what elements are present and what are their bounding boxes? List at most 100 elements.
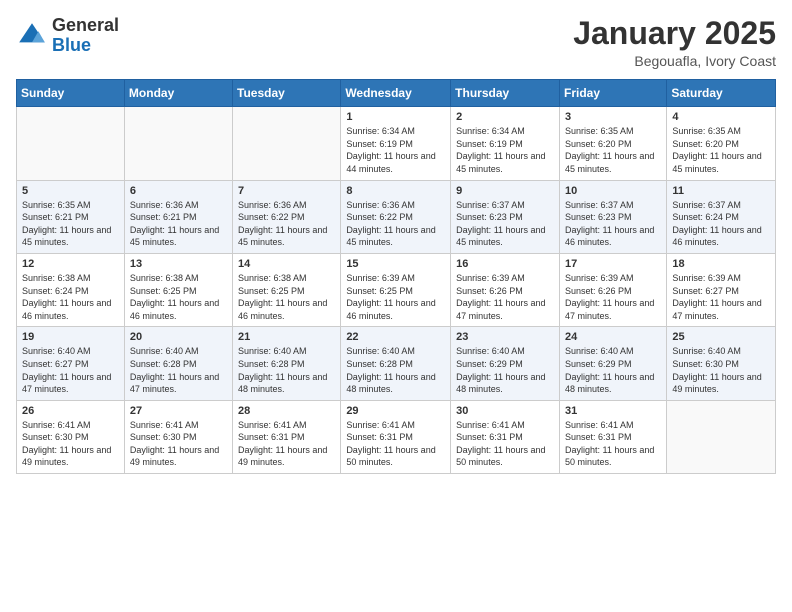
dow-header-monday: Monday bbox=[124, 80, 232, 107]
day-info: Sunrise: 6:36 AM Sunset: 6:22 PM Dayligh… bbox=[238, 199, 335, 249]
day-number: 21 bbox=[238, 331, 335, 343]
day-number: 1 bbox=[346, 111, 445, 123]
calendar-cell: 19 Sunrise: 6:40 AM Sunset: 6:27 PM Dayli… bbox=[17, 327, 125, 400]
day-info: Sunrise: 6:37 AM Sunset: 6:23 PM Dayligh… bbox=[565, 199, 661, 249]
week-row-1: 1Sunrise: 6:34 AM Sunset: 6:19 PM Daylig… bbox=[17, 107, 776, 180]
day-number: 24 bbox=[565, 331, 661, 343]
dow-header-friday: Friday bbox=[559, 80, 666, 107]
day-info: Sunrise: 6:41 AM Sunset: 6:30 PM Dayligh… bbox=[22, 419, 119, 469]
week-row-3: 12 Sunrise: 6:38 AM Sunset: 6:24 PM Dayli… bbox=[17, 253, 776, 326]
day-info: Sunrise: 6:36 AM Sunset: 6:22 PM Dayligh… bbox=[346, 199, 445, 249]
title-block: January 2025 Begouafla, Ivory Coast bbox=[573, 16, 776, 69]
calendar-body: 1Sunrise: 6:34 AM Sunset: 6:19 PM Daylig… bbox=[17, 107, 776, 474]
calendar-cell: 2Sunrise: 6:34 AM Sunset: 6:19 PM Daylig… bbox=[451, 107, 560, 180]
calendar-cell: 14 Sunrise: 6:38 AM Sunset: 6:25 PM Dayli… bbox=[233, 253, 341, 326]
logo-text: General Blue bbox=[52, 16, 119, 56]
calendar-cell: 26Sunrise: 6:41 AM Sunset: 6:30 PM Dayli… bbox=[17, 400, 125, 473]
day-number: 16 bbox=[456, 258, 554, 270]
day-number: 11 bbox=[672, 185, 770, 197]
week-row-4: 19 Sunrise: 6:40 AM Sunset: 6:27 PM Dayli… bbox=[17, 327, 776, 400]
day-info: Sunrise: 6:40 AM Sunset: 6:29 PM Dayligh… bbox=[565, 345, 661, 395]
day-info: Sunrise: 6:40 AM Sunset: 6:27 PM Dayligh… bbox=[22, 345, 119, 395]
day-number: 18 bbox=[672, 258, 770, 270]
day-info: Sunrise: 6:38 AM Sunset: 6:25 PM Dayligh… bbox=[238, 272, 335, 322]
calendar-cell: 22 Sunrise: 6:40 AM Sunset: 6:28 PM Dayli… bbox=[341, 327, 451, 400]
day-number: 28 bbox=[238, 405, 335, 417]
day-number: 27 bbox=[130, 405, 227, 417]
calendar-table: SundayMondayTuesdayWednesdayThursdayFrid… bbox=[16, 79, 776, 474]
day-number: 25 bbox=[672, 331, 770, 343]
day-number: 8 bbox=[346, 185, 445, 197]
logo: General Blue bbox=[16, 16, 119, 56]
day-info: Sunrise: 6:41 AM Sunset: 6:31 PM Dayligh… bbox=[456, 419, 554, 469]
calendar-cell: 7 Sunrise: 6:36 AM Sunset: 6:22 PM Daylig… bbox=[233, 180, 341, 253]
day-number: 7 bbox=[238, 185, 335, 197]
day-info: Sunrise: 6:38 AM Sunset: 6:24 PM Dayligh… bbox=[22, 272, 119, 322]
day-number: 12 bbox=[22, 258, 119, 270]
day-number: 3 bbox=[565, 111, 661, 123]
calendar-cell: 4 Sunrise: 6:35 AM Sunset: 6:20 PM Daylig… bbox=[667, 107, 776, 180]
calendar-cell: 3Sunrise: 6:35 AM Sunset: 6:20 PM Daylig… bbox=[559, 107, 666, 180]
day-number: 13 bbox=[130, 258, 227, 270]
day-info: Sunrise: 6:37 AM Sunset: 6:24 PM Dayligh… bbox=[672, 199, 770, 249]
calendar-cell: 9 Sunrise: 6:37 AM Sunset: 6:23 PM Daylig… bbox=[451, 180, 560, 253]
calendar-cell: 29Sunrise: 6:41 AM Sunset: 6:31 PM Dayli… bbox=[341, 400, 451, 473]
logo-icon bbox=[16, 20, 48, 52]
day-number: 17 bbox=[565, 258, 661, 270]
day-number: 14 bbox=[238, 258, 335, 270]
day-number: 9 bbox=[456, 185, 554, 197]
day-number: 23 bbox=[456, 331, 554, 343]
day-of-week-row: SundayMondayTuesdayWednesdayThursdayFrid… bbox=[17, 80, 776, 107]
calendar-cell bbox=[17, 107, 125, 180]
week-row-5: 26Sunrise: 6:41 AM Sunset: 6:30 PM Dayli… bbox=[17, 400, 776, 473]
day-info: Sunrise: 6:40 AM Sunset: 6:28 PM Dayligh… bbox=[130, 345, 227, 395]
day-info: Sunrise: 6:39 AM Sunset: 6:26 PM Dayligh… bbox=[565, 272, 661, 322]
calendar-cell: 18 Sunrise: 6:39 AM Sunset: 6:27 PM Dayli… bbox=[667, 253, 776, 326]
day-info: Sunrise: 6:37 AM Sunset: 6:23 PM Dayligh… bbox=[456, 199, 554, 249]
day-number: 2 bbox=[456, 111, 554, 123]
dow-header-wednesday: Wednesday bbox=[341, 80, 451, 107]
calendar-cell: 16 Sunrise: 6:39 AM Sunset: 6:26 PM Dayli… bbox=[451, 253, 560, 326]
calendar-cell: 28 Sunrise: 6:41 AM Sunset: 6:31 PM Dayli… bbox=[233, 400, 341, 473]
calendar-cell: 27Sunrise: 6:41 AM Sunset: 6:30 PM Dayli… bbox=[124, 400, 232, 473]
day-number: 10 bbox=[565, 185, 661, 197]
day-info: Sunrise: 6:40 AM Sunset: 6:30 PM Dayligh… bbox=[672, 345, 770, 395]
day-info: Sunrise: 6:41 AM Sunset: 6:31 PM Dayligh… bbox=[238, 419, 335, 469]
main-title: January 2025 bbox=[573, 16, 776, 51]
calendar-cell: 30Sunrise: 6:41 AM Sunset: 6:31 PM Dayli… bbox=[451, 400, 560, 473]
day-info: Sunrise: 6:39 AM Sunset: 6:26 PM Dayligh… bbox=[456, 272, 554, 322]
calendar-cell: 24 Sunrise: 6:40 AM Sunset: 6:29 PM Dayli… bbox=[559, 327, 666, 400]
day-info: Sunrise: 6:41 AM Sunset: 6:31 PM Dayligh… bbox=[565, 419, 661, 469]
day-number: 15 bbox=[346, 258, 445, 270]
calendar-cell bbox=[667, 400, 776, 473]
calendar-cell: 25 Sunrise: 6:40 AM Sunset: 6:30 PM Dayli… bbox=[667, 327, 776, 400]
calendar-cell: 20 Sunrise: 6:40 AM Sunset: 6:28 PM Dayli… bbox=[124, 327, 232, 400]
day-info: Sunrise: 6:41 AM Sunset: 6:31 PM Dayligh… bbox=[346, 419, 445, 469]
day-number: 5 bbox=[22, 185, 119, 197]
calendar-cell: 5Sunrise: 6:35 AM Sunset: 6:21 PM Daylig… bbox=[17, 180, 125, 253]
dow-header-sunday: Sunday bbox=[17, 80, 125, 107]
calendar-cell: 12 Sunrise: 6:38 AM Sunset: 6:24 PM Dayli… bbox=[17, 253, 125, 326]
dow-header-thursday: Thursday bbox=[451, 80, 560, 107]
logo-line1: General bbox=[52, 15, 119, 35]
day-number: 22 bbox=[346, 331, 445, 343]
week-row-2: 5Sunrise: 6:35 AM Sunset: 6:21 PM Daylig… bbox=[17, 180, 776, 253]
day-info: Sunrise: 6:40 AM Sunset: 6:29 PM Dayligh… bbox=[456, 345, 554, 395]
day-info: Sunrise: 6:35 AM Sunset: 6:20 PM Dayligh… bbox=[672, 125, 770, 175]
calendar-cell: 31Sunrise: 6:41 AM Sunset: 6:31 PM Dayli… bbox=[559, 400, 666, 473]
day-info: Sunrise: 6:38 AM Sunset: 6:25 PM Dayligh… bbox=[130, 272, 227, 322]
day-number: 4 bbox=[672, 111, 770, 123]
day-info: Sunrise: 6:39 AM Sunset: 6:25 PM Dayligh… bbox=[346, 272, 445, 322]
calendar-cell: 23 Sunrise: 6:40 AM Sunset: 6:29 PM Dayli… bbox=[451, 327, 560, 400]
day-info: Sunrise: 6:40 AM Sunset: 6:28 PM Dayligh… bbox=[346, 345, 445, 395]
day-number: 19 bbox=[22, 331, 119, 343]
calendar-cell bbox=[124, 107, 232, 180]
day-info: Sunrise: 6:36 AM Sunset: 6:21 PM Dayligh… bbox=[130, 199, 227, 249]
day-number: 20 bbox=[130, 331, 227, 343]
logo-line2: Blue bbox=[52, 35, 91, 55]
calendar-cell: 10 Sunrise: 6:37 AM Sunset: 6:23 PM Dayli… bbox=[559, 180, 666, 253]
day-info: Sunrise: 6:39 AM Sunset: 6:27 PM Dayligh… bbox=[672, 272, 770, 322]
dow-header-saturday: Saturday bbox=[667, 80, 776, 107]
calendar-cell: 8 Sunrise: 6:36 AM Sunset: 6:22 PM Daylig… bbox=[341, 180, 451, 253]
header: General Blue January 2025 Begouafla, Ivo… bbox=[16, 16, 776, 69]
